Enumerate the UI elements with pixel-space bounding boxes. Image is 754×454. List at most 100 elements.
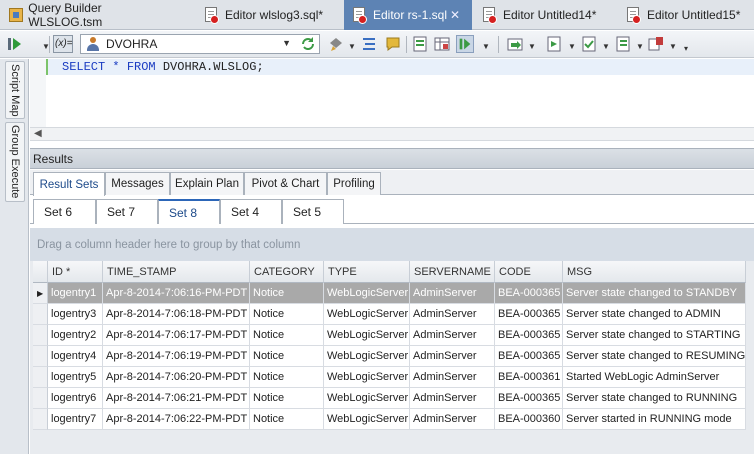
- tab-query-builder[interactable]: Query Builder WLSLOG.tsm: [0, 0, 172, 30]
- column-header-msg[interactable]: MSG: [563, 261, 746, 283]
- cell-category[interactable]: Notice: [250, 346, 324, 367]
- cell-servername[interactable]: AdminServer: [410, 325, 495, 346]
- tab-editor-untitled15[interactable]: Editor Untitled15*: [614, 0, 754, 30]
- cell-category[interactable]: Notice: [250, 388, 324, 409]
- cell-code[interactable]: BEA-000365: [495, 283, 563, 304]
- cell-type[interactable]: WebLogicServer: [324, 304, 410, 325]
- cell-time-stamp[interactable]: Apr-8-2014-7:06:20-PM-PDT: [103, 367, 250, 388]
- chevron-down-icon[interactable]: ▼: [348, 42, 356, 51]
- tab-set-4[interactable]: Set 4: [220, 199, 282, 224]
- cell-id[interactable]: logentry4: [48, 346, 103, 367]
- cell-time-stamp[interactable]: Apr-8-2014-7:06:19-PM-PDT: [103, 346, 250, 367]
- cell-id[interactable]: logentry5: [48, 367, 103, 388]
- current-row-icon[interactable]: ▶: [33, 283, 48, 304]
- cell-type[interactable]: WebLogicServer: [324, 409, 410, 430]
- cell-category[interactable]: Notice: [250, 304, 324, 325]
- cell-id[interactable]: logentry1: [48, 283, 103, 304]
- cell-code[interactable]: BEA-000361: [495, 367, 563, 388]
- column-header-type[interactable]: TYPE: [324, 261, 410, 283]
- tab-editor-untitled14[interactable]: Editor Untitled14*: [472, 0, 614, 30]
- cell-code[interactable]: BEA-000365: [495, 346, 563, 367]
- cell-msg[interactable]: Server state changed to ADMIN: [563, 304, 746, 325]
- import-icon[interactable]: [506, 35, 524, 53]
- cell-msg[interactable]: Server state changed to RUNNING: [563, 388, 746, 409]
- toolbar-overflow-icon[interactable]: ▾: [684, 44, 688, 53]
- cell-time-stamp[interactable]: Apr-8-2014-7:06:18-PM-PDT: [103, 304, 250, 325]
- cell-id[interactable]: logentry3: [48, 304, 103, 325]
- group-by-drop-area[interactable]: Drag a column header here to group by th…: [30, 228, 754, 261]
- run-script-icon[interactable]: [456, 35, 474, 53]
- close-tab-icon[interactable]: ✕: [450, 8, 460, 22]
- cell-type[interactable]: WebLogicServer: [324, 388, 410, 409]
- chevron-down-icon[interactable]: ▼: [528, 42, 536, 51]
- rollback-icon[interactable]: [614, 35, 632, 53]
- cell-code[interactable]: BEA-000360: [495, 409, 563, 430]
- cell-type[interactable]: WebLogicServer: [324, 367, 410, 388]
- format-icon[interactable]: [360, 35, 378, 53]
- cell-time-stamp[interactable]: Apr-8-2014-7:06:17-PM-PDT: [103, 325, 250, 346]
- chevron-down-icon[interactable]: ▼: [282, 38, 291, 48]
- cell-id[interactable]: logentry7: [48, 409, 103, 430]
- cell-time-stamp[interactable]: Apr-8-2014-7:06:16-PM-PDT: [103, 283, 250, 304]
- cell-msg[interactable]: Started WebLogic AdminServer: [563, 367, 746, 388]
- chevron-down-icon[interactable]: ▼: [568, 42, 576, 51]
- scroll-left-icon[interactable]: ◀: [34, 128, 42, 139]
- cell-servername[interactable]: AdminServer: [410, 367, 495, 388]
- cell-servername[interactable]: AdminServer: [410, 304, 495, 325]
- tab-group-execute[interactable]: Group Execute: [5, 122, 25, 202]
- cell-servername[interactable]: AdminServer: [410, 346, 495, 367]
- row-indicator[interactable]: [33, 409, 48, 430]
- chevron-down-icon[interactable]: ▼: [636, 42, 644, 51]
- cell-msg[interactable]: Server state changed to STANDBY: [563, 283, 746, 304]
- cell-servername[interactable]: AdminServer: [410, 388, 495, 409]
- connection-select[interactable]: DVOHRA ▼: [80, 34, 320, 54]
- variables-button[interactable]: (x)=: [53, 35, 73, 53]
- cell-type[interactable]: WebLogicServer: [324, 325, 410, 346]
- tab-script-map[interactable]: Script Map: [5, 61, 25, 119]
- cell-category[interactable]: Notice: [250, 325, 324, 346]
- cell-code[interactable]: BEA-000365: [495, 304, 563, 325]
- tab-set-5[interactable]: Set 5: [282, 199, 344, 224]
- grid-icon[interactable]: [433, 35, 451, 53]
- cell-code[interactable]: BEA-000365: [495, 388, 563, 409]
- tab-explain-plan[interactable]: Explain Plan: [170, 172, 244, 195]
- row-indicator[interactable]: [33, 346, 48, 367]
- column-header-time-stamp[interactable]: TIME_STAMP: [103, 261, 250, 283]
- tab-messages[interactable]: Messages: [105, 172, 170, 195]
- tab-set-8[interactable]: Set 8: [158, 199, 220, 224]
- tab-set-7[interactable]: Set 7: [96, 199, 158, 224]
- cell-time-stamp[interactable]: Apr-8-2014-7:06:21-PM-PDT: [103, 388, 250, 409]
- sql-editor[interactable]: SELECT * FROM DVOHRA.WLSLOG;: [30, 59, 754, 127]
- cell-type[interactable]: WebLogicServer: [324, 346, 410, 367]
- column-header-servername[interactable]: SERVERNAME: [410, 261, 495, 283]
- column-header-code[interactable]: CODE: [495, 261, 563, 283]
- cell-servername[interactable]: AdminServer: [410, 409, 495, 430]
- row-indicator[interactable]: [33, 367, 48, 388]
- row-indicator[interactable]: [33, 304, 48, 325]
- column-header-category[interactable]: CATEGORY: [250, 261, 324, 283]
- tab-profiling[interactable]: Profiling: [327, 172, 381, 195]
- cell-category[interactable]: Notice: [250, 283, 324, 304]
- cell-time-stamp[interactable]: Apr-8-2014-7:06:22-PM-PDT: [103, 409, 250, 430]
- export-icon[interactable]: [411, 35, 429, 53]
- row-indicator[interactable]: [33, 325, 48, 346]
- cell-servername[interactable]: AdminServer: [410, 283, 495, 304]
- cell-id[interactable]: logentry6: [48, 388, 103, 409]
- cell-msg[interactable]: Server started in RUNNING mode: [563, 409, 746, 430]
- debug-icon[interactable]: [647, 35, 665, 53]
- comment-icon[interactable]: [384, 35, 402, 53]
- tab-pivot-chart[interactable]: Pivot & Chart: [244, 172, 327, 195]
- column-header-id[interactable]: ID *: [48, 261, 103, 283]
- transaction-icon[interactable]: [545, 35, 563, 53]
- commit-icon[interactable]: [580, 35, 598, 53]
- tab-set-6[interactable]: Set 6: [33, 199, 96, 224]
- cleanup-icon[interactable]: [327, 35, 345, 53]
- cell-category[interactable]: Notice: [250, 367, 324, 388]
- cell-type[interactable]: WebLogicServer: [324, 283, 410, 304]
- tab-editor-wlslog3[interactable]: Editor wlslog3.sql*: [172, 0, 344, 30]
- chevron-down-icon[interactable]: ▼: [602, 42, 610, 51]
- cell-category[interactable]: Notice: [250, 409, 324, 430]
- cell-code[interactable]: BEA-000365: [495, 325, 563, 346]
- execute-icon[interactable]: [6, 35, 24, 53]
- cell-msg[interactable]: Server state changed to STARTING: [563, 325, 746, 346]
